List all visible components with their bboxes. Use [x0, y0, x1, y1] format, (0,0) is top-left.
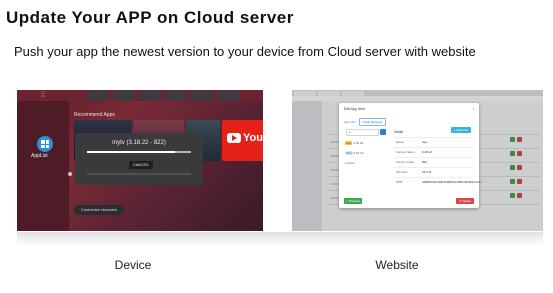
detail-key: Version Code — [396, 160, 415, 164]
app-shortcut[interactable] — [165, 91, 187, 100]
detail-row: Mode App — [394, 137, 472, 146]
customize-channels-button[interactable]: Customize channels — [74, 205, 124, 215]
detail-value: 822 — [422, 160, 428, 164]
delete-version-button[interactable]: ✕ Delete — [456, 198, 474, 204]
youtube-text: YouT — [243, 132, 263, 144]
device-side-panel — [17, 101, 69, 231]
search-button[interactable] — [380, 129, 386, 135]
list-item[interactable]: Test 2.18.22 — [345, 151, 385, 161]
youtube-tile[interactable]: YouT — [222, 120, 263, 161]
close-icon[interactable]: × — [473, 106, 475, 111]
download-progress-bar — [87, 151, 191, 153]
detail-row: Version Code 822 — [394, 157, 472, 166]
detail-key: Mode — [396, 140, 404, 144]
detail-heading: Detail — [394, 130, 403, 134]
applist-label: AppList — [31, 153, 48, 159]
add-new-button[interactable]: + Add New — [451, 127, 471, 133]
detail-row: Version Name 3.18.22 — [394, 147, 472, 156]
list-item-value: 2.18.22 — [353, 151, 364, 155]
youtube-play-icon — [227, 133, 241, 143]
dialog-title: mytv (3.18.22 - 822) — [112, 140, 166, 146]
app-shortcut[interactable] — [113, 91, 135, 100]
grid-icon: ⁞⁞ — [41, 92, 45, 99]
detail-value: A9B3F6F0C3B2D4E5F6A7B8C9D0E1F2A3 — [422, 180, 481, 184]
website-screenshot: Edit App Item × App Info Install Manager… — [292, 90, 543, 231]
search-input[interactable]: Al — [346, 129, 379, 136]
page-title: Update Your APP on Cloud server — [6, 8, 294, 27]
tab-install-manager[interactable]: Install Manager — [359, 118, 386, 126]
version-list: App 2.18.22 Test 2.18.22 2 items — [345, 141, 385, 171]
list-item-value: 2.18.22 — [353, 141, 364, 145]
detail-key: MD5 — [396, 180, 403, 184]
settings-icon[interactable] — [68, 172, 72, 176]
list-item[interactable]: 2 items — [345, 161, 385, 171]
modal-tabs: App Info Install Manager — [344, 118, 386, 126]
device-caption: Device — [114, 258, 152, 272]
app-shortcut[interactable] — [139, 91, 161, 100]
update-progress-dialog: mytv (3.18.22 - 822) CANCEL — [75, 133, 203, 185]
detail-value: 3.18.22 — [422, 150, 433, 154]
detail-value: 22.0 M — [422, 170, 432, 174]
tab-app-info[interactable]: App Info — [344, 120, 355, 124]
detail-value: App — [422, 140, 428, 144]
device-screenshot: ⁞⁞ AppList Recommend Apps YouT mytv (3.1… — [17, 90, 263, 231]
detail-key: File Size — [396, 170, 408, 174]
applist-icon[interactable] — [37, 136, 53, 152]
detail-key: Version Name — [396, 150, 415, 154]
list-item[interactable]: App 2.18.22 — [345, 141, 385, 151]
app-shortcut[interactable] — [191, 91, 213, 100]
status-badge: App — [345, 141, 353, 145]
recommended-apps-label: Recommend Apps — [74, 112, 115, 118]
detail-row: MD5 A9B3F6F0C3B2D4E5F6A7B8C9D0E1F2A3 — [394, 177, 481, 186]
status-badge: Test — [345, 151, 353, 155]
app-shortcut[interactable] — [217, 91, 239, 100]
device-top-bar: ⁞⁞ — [17, 90, 263, 101]
website-caption: Website — [375, 258, 419, 272]
cancel-button[interactable]: CANCEL — [129, 161, 153, 169]
edit-app-modal: Edit App Item × App Info Install Manager… — [339, 103, 481, 208]
release-button[interactable]: ✓ Release — [344, 198, 362, 204]
page-subtitle: Push your app the newest version to your… — [14, 44, 476, 59]
floor-reflection — [17, 232, 543, 246]
dialog-divider — [87, 173, 191, 175]
modal-title: Edit App Item — [344, 107, 365, 111]
list-item-value: 2 items — [345, 161, 355, 165]
app-shortcut[interactable] — [87, 91, 109, 100]
detail-row: File Size 22.0 M — [394, 167, 472, 176]
download-progress-fill — [87, 151, 176, 153]
